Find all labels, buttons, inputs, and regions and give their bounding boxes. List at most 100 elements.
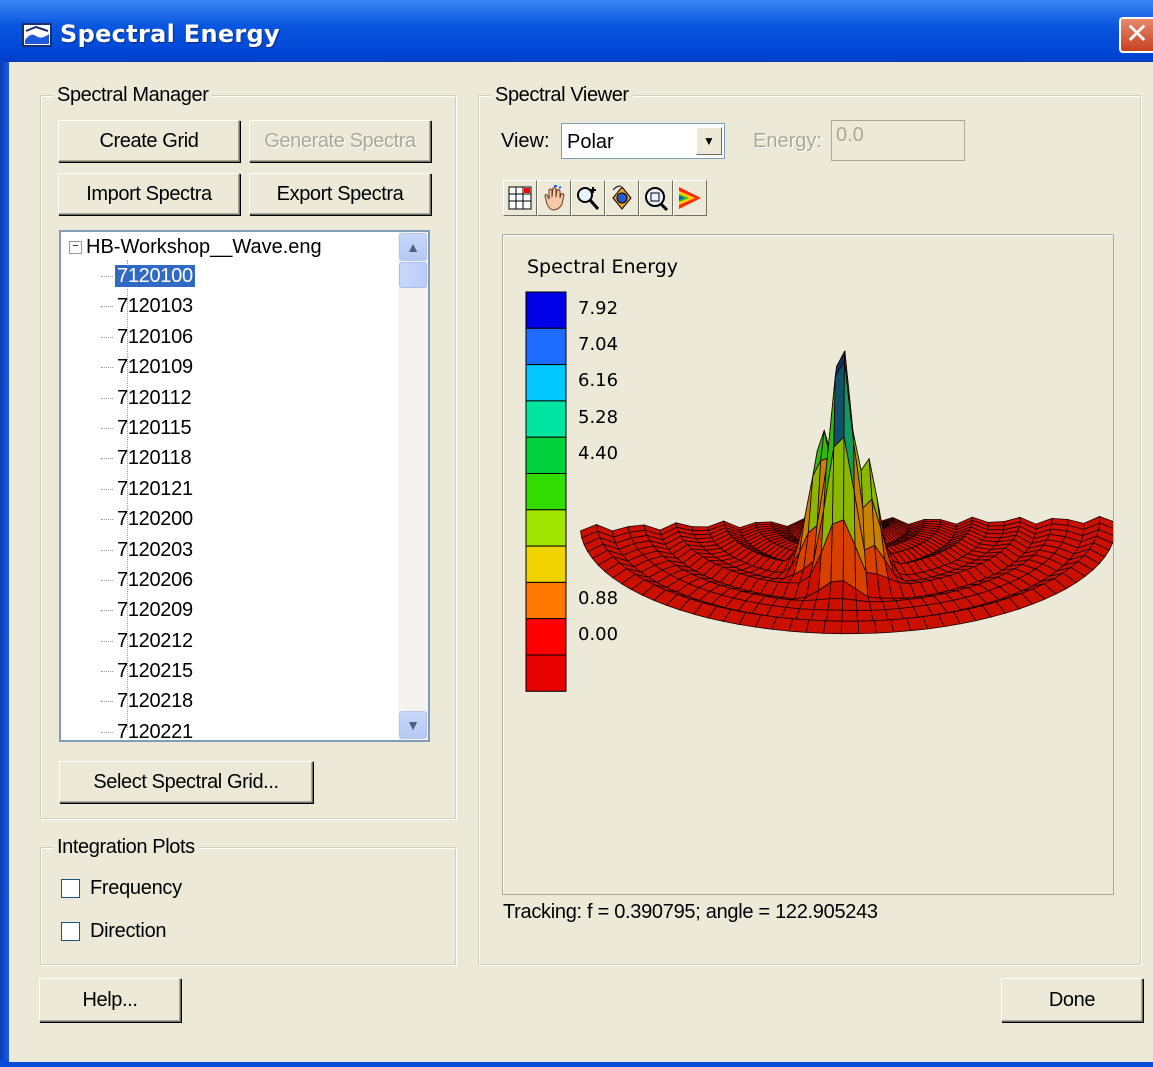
frequency-checkbox[interactable] (61, 879, 80, 899)
legend-swatch (525, 654, 567, 692)
tree-item[interactable]: 7120215 (101, 657, 195, 687)
tree-item-label: 7120103 (117, 295, 193, 318)
surface-cell (840, 620, 860, 635)
tree-item-label: 7120115 (117, 416, 192, 439)
grid-icon (508, 186, 532, 210)
integration-plots-group: Integration Plots (40, 836, 456, 965)
app-icon (22, 23, 52, 47)
tree-item[interactable]: 7120118 (101, 444, 195, 474)
tree-item-label: 7120203 (117, 538, 193, 561)
export-spectra-button[interactable]: Export Spectra (249, 173, 431, 215)
legend-label: 5.28 (578, 406, 619, 428)
tree-root[interactable]: − HB-Workshop__Wave.eng (69, 234, 322, 260)
tree-item-label: 7120215 (117, 660, 193, 683)
done-button[interactable]: Done (1001, 978, 1143, 1022)
tree-item[interactable]: 7120106 (101, 323, 195, 353)
direction-checkbox[interactable] (61, 922, 80, 942)
color-map-icon (679, 187, 701, 209)
spectral-plot[interactable]: Spectral Energy 7.92 7.04 6.16 5.28 4.40 0.88… (502, 234, 1114, 895)
surface-cell (691, 526, 709, 532)
surface-cell (826, 609, 843, 622)
surface-cell (795, 608, 815, 621)
tree-item[interactable]: 7120109 (101, 353, 195, 383)
surface-cell (810, 609, 829, 622)
tree-item[interactable]: 7120115 (101, 414, 195, 444)
tree-item[interactable]: 7120103 (101, 292, 195, 322)
surface-cell (813, 598, 830, 611)
tree-item[interactable]: 7120121 (101, 475, 195, 505)
pan-button[interactable] (537, 180, 571, 216)
window-title: Spectral Energy (60, 20, 280, 48)
dialog-client-area: Spectral Manager Create Grid Generate Sp… (9, 62, 1153, 1062)
view-select[interactable]: Polar ▼ (561, 123, 725, 159)
title-bar[interactable]: Spectral Energy ✕ (0, 0, 1153, 62)
tree-item-label: 7120212 (117, 629, 193, 652)
zoom-extents-button[interactable] (639, 180, 673, 216)
zoom-in-icon (577, 187, 600, 210)
scroll-up-icon[interactable]: ▲ (399, 233, 427, 261)
tree-item[interactable]: 7120209 (101, 596, 195, 626)
color-map-button[interactable] (673, 180, 707, 216)
direction-option[interactable]: Direction (61, 920, 167, 943)
frequency-label: Frequency (90, 877, 182, 899)
rotate-icon (612, 185, 632, 210)
scroll-down-icon[interactable]: ▼ (399, 711, 427, 739)
legend-label: 4.40 (578, 442, 619, 464)
tree-item[interactable]: 7120212 (101, 627, 195, 657)
legend-label: 0.00 (578, 623, 619, 645)
tree-item-label: 7120121 (117, 477, 193, 500)
tree-item-label: 7120206 (117, 568, 193, 591)
zoom-extents-icon (645, 187, 669, 212)
surface-cell (788, 618, 810, 633)
surface-cell (830, 519, 845, 583)
energy-field[interactable]: 0.0 (831, 120, 965, 161)
dialog-window: Spectral Energy ✕ Spectral Manager Creat… (0, 0, 1153, 1067)
tree-scrollbar[interactable]: ▲ ▼ (398, 232, 428, 740)
surface-cell (805, 619, 826, 634)
spectral-viewer-label: Spectral Viewer (491, 84, 633, 107)
close-button[interactable]: ✕ (1119, 17, 1153, 53)
surface-cell (857, 620, 877, 635)
tree-item[interactable]: 7120203 (101, 536, 195, 566)
legend-label: 7.92 (578, 298, 619, 319)
generate-spectra-button[interactable]: Generate Spectra (249, 120, 431, 162)
tree-item-label: 7120221 (117, 720, 193, 742)
legend-swatch (525, 581, 567, 620)
help-button[interactable]: Help... (39, 978, 181, 1022)
tree-item[interactable]: 7120206 (101, 566, 195, 596)
create-grid-button[interactable]: Create Grid (58, 120, 240, 162)
view-select-value: Polar (567, 131, 614, 153)
tree-item[interactable]: 7120112 (101, 384, 195, 414)
spectra-tree[interactable]: − HB-Workshop__Wave.eng 7120100 7120103 7… (59, 230, 430, 742)
frequency-option[interactable]: Frequency (61, 877, 182, 900)
surface-cell (841, 609, 858, 622)
import-spectra-button[interactable]: Import Spectra (58, 173, 240, 215)
legend-swatch (525, 473, 567, 511)
spectral-manager-label: Spectral Manager (53, 84, 213, 107)
tree-item-label: 7120109 (117, 356, 193, 379)
tree-item[interactable]: 7120221 (101, 718, 195, 742)
surface-cell (869, 601, 886, 611)
tree-root-label: HB-Workshop__Wave.eng (86, 236, 322, 258)
tree-item-label: 7120112 (117, 386, 192, 409)
collapse-icon[interactable]: − (69, 241, 82, 255)
chevron-down-icon[interactable]: ▼ (696, 127, 722, 155)
energy-label: Energy: (753, 130, 822, 152)
surface-cell (870, 609, 889, 622)
surface-cell (827, 598, 844, 611)
legend-swatch (525, 618, 567, 656)
tree-item[interactable]: 7120218 (101, 687, 195, 717)
scroll-thumb[interactable] (399, 262, 427, 288)
surface-cell (865, 571, 881, 599)
rotate-button[interactable] (605, 180, 639, 216)
select-spectral-grid-button[interactable]: Select Spectral Grid... (59, 761, 313, 803)
zoom-in-button[interactable] (571, 180, 605, 216)
tree-item[interactable]: 7120100 (101, 262, 196, 292)
display-options-button[interactable] (503, 180, 537, 216)
tracking-readout: Tracking: f = 0.390795; angle = 122.9052… (503, 901, 878, 923)
tree-item[interactable]: 7120200 (101, 505, 195, 535)
surface-cell (823, 620, 843, 635)
tree-item-label: 7120106 (117, 325, 193, 348)
surface-cell (987, 525, 1005, 531)
legend-label: 0.88 (578, 587, 619, 609)
